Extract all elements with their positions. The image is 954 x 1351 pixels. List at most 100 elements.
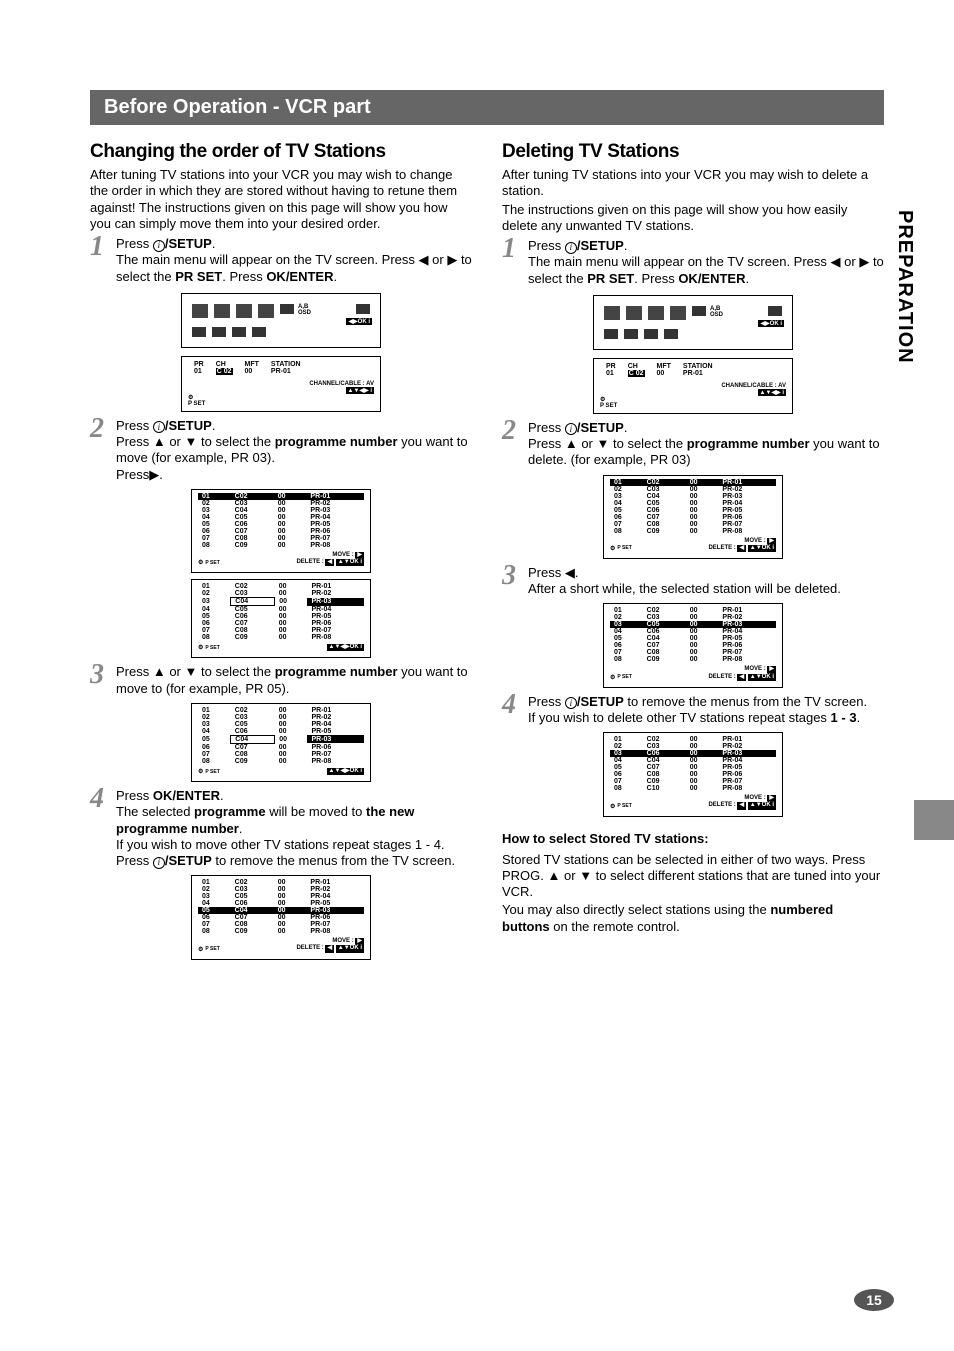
setup-label: /SETUP [165,236,212,251]
list-cell: C05 [231,893,274,900]
list-cell: PR-08 [718,656,776,663]
list-cell: C04 [231,735,275,743]
list-cell: C05 [231,721,275,728]
list-row: 07C0800PR-07 [610,649,776,656]
list-cell: 05 [198,907,231,914]
txt: If you wish to move other TV stations re… [116,837,445,852]
left-step-3-body: Press ▲ or ▼ to select the programme num… [116,664,472,697]
left-step-2: 2 Press i/SETUP. Press ▲ or ▼ to select … [90,418,472,483]
list-cell: 08 [610,785,643,792]
txt: Press [528,694,565,709]
osd-menu-box: A,BOSD ◀▶OK i [181,293,381,348]
txt: Press [528,565,565,580]
txt: . [333,269,337,284]
list-cell: 00 [275,634,308,641]
list-cell: PR-06 [718,642,776,649]
list-row: 06C0700PR-06 [198,914,364,921]
down-arrow-icon: ▼ [597,436,610,451]
key-left: ◀ [737,545,746,552]
txt: to select the [197,664,274,679]
list-cell: 00 [275,707,308,714]
move-label: MOVE : [332,938,353,944]
list-cell: 03 [198,598,231,606]
pr-set-label: PR SET [587,271,634,286]
txt: . [857,710,861,725]
list-cell: PR-03 [306,507,364,514]
pset-lbl: P SET [617,674,631,680]
list-cell: 00 [274,928,307,935]
list-cell: PR-01 [307,707,363,714]
list-cell: C05 [231,514,274,521]
step-number-2: 2 [90,418,110,440]
cell: 01 [188,368,210,375]
left-step-1: 1 Press i/SETUP. The main menu will appe… [90,236,472,285]
list-cell: 02 [198,500,231,507]
list-cell: PR-07 [718,649,776,656]
list-cell: 00 [274,900,307,907]
list-cell: PR-01 [718,479,776,486]
list-row: 05C0600PR-05 [198,521,364,528]
osd2-icon [624,329,638,339]
pset-lbl: P SET [188,401,205,407]
cell: PR-01 [265,368,307,375]
list-cell: 00 [274,507,307,514]
list-row: 03C0500PR-03 [610,621,776,628]
list-cell: PR-06 [306,528,364,535]
left-step-2-body: Press i/SETUP. Press ▲ or ▼ to select th… [116,418,472,483]
list-cell: 00 [686,614,719,621]
list-cell: PR-04 [718,628,776,635]
list-row: 03C0400PR-03 [198,598,364,606]
list-cell: 00 [686,621,719,628]
list-row: 08C0900PR-08 [198,634,364,641]
list-cell: C07 [643,764,686,771]
ok-enter-label: OK/ENTER [266,269,333,284]
up-arrow-icon: ▲ [548,868,561,883]
list-cell: C03 [231,714,275,721]
list-cell: 01 [198,583,231,590]
list-row: 01C0200PR-01 [610,607,776,614]
list-cell: 00 [275,620,308,627]
side-tab-preparation: PREPARATION [893,210,916,364]
list-row: 04C0500PR-04 [610,500,776,507]
osd-icon-f [692,306,706,316]
list-row: 04C0500PR-04 [198,514,364,521]
move-label: MOVE : [744,666,765,672]
list-cell: 00 [274,535,307,542]
list-cell: 02 [610,743,643,750]
key-block: ▲▼◀▶OK i [327,768,364,775]
list-cell: C02 [643,479,686,486]
list-cell: PR-04 [307,721,363,728]
list-cell: PR-05 [307,613,363,620]
list-cell: PR-01 [718,736,776,743]
list-cell: C02 [231,879,274,886]
left-step-4: 4 Press OK/ENTER. The selected programme… [90,788,472,869]
list-cell: PR-07 [718,778,776,785]
osd2-icon [212,327,226,337]
osd-icon-prset [214,304,230,318]
move-label: MOVE : [744,538,765,544]
delete-label: DELETE : [708,674,735,680]
list-cell: PR-02 [718,614,776,621]
list-cell: C05 [643,621,686,628]
list-cell: 05 [610,764,643,771]
list-cell: C04 [231,507,274,514]
delete-label: DELETE : [708,545,735,551]
list-cell: 03 [198,893,231,900]
pr-set-table: PR CH MFT STATION 01 C 02 00 PR-01 [600,363,719,377]
list-cell: 03 [610,621,643,628]
list-cell: 03 [610,750,643,757]
list-cell: 00 [275,758,308,765]
list-cell: 00 [275,728,308,736]
key-left: ◀ [325,945,334,952]
txt: . [239,821,243,836]
osd-icon-rec [604,306,620,320]
page: Before Operation - VCR part Changing the… [0,0,954,1351]
list-row: 02C0300PR-02 [198,500,364,507]
list-cell: PR-02 [718,486,776,493]
list-cell: C09 [231,928,274,935]
list-row: 07C0800PR-07 [610,521,776,528]
pr-set-table: PR CH MFT STATION 01 C 02 00 PR-01 [188,361,307,375]
key-block: ▲▼◀▶OK i [327,644,364,651]
step-number-4: 4 [90,788,110,810]
list-cell: 04 [610,500,643,507]
